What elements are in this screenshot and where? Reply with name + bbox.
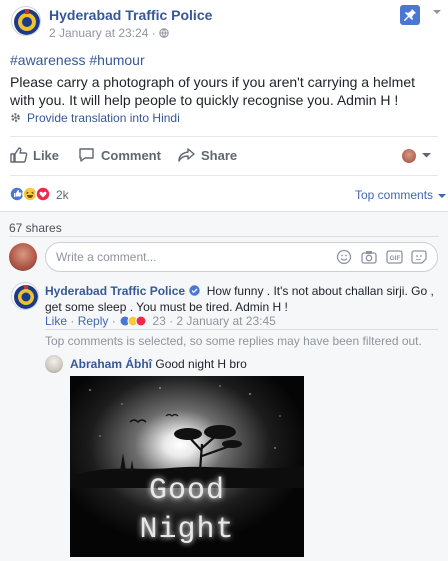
post-body-text: Please carry a photograph of yours if yo… (10, 74, 415, 108)
comment-like-link[interactable]: Like (45, 314, 67, 328)
divider (45, 329, 438, 330)
commenter-avatar[interactable] (11, 282, 39, 310)
comment-input-placeholder: Write a comment... (56, 250, 157, 264)
reply-author-link[interactable]: Abraham Ábhî (70, 357, 152, 371)
page-avatar[interactable] (11, 6, 41, 36)
post-hashtags[interactable]: #awareness #humour (10, 52, 145, 68)
haha-reaction-icon (22, 186, 38, 202)
love-reaction-icon (35, 186, 51, 202)
police-badge-icon (14, 9, 40, 35)
thumbs-up-icon (10, 147, 28, 163)
post-timestamp[interactable]: 2 January at 23:24 (49, 26, 148, 40)
page-name-link[interactable]: Hyderabad Traffic Police (49, 7, 212, 23)
sort-label: Top comments (355, 188, 434, 202)
comment-actions: Like · Reply · 23 · 2 January at 23:45 (45, 314, 276, 328)
gear-icon (11, 113, 20, 122)
like-reaction-icon (9, 186, 25, 202)
divider (0, 211, 448, 212)
comment-label: Comment (101, 148, 161, 163)
post-as-selector[interactable] (402, 148, 432, 163)
pin-button[interactable] (400, 5, 420, 25)
comment-sort-dropdown[interactable]: Top comments (355, 188, 447, 202)
comment-timestamp[interactable]: 2 January at 23:45 (176, 314, 275, 328)
translate-link[interactable]: Provide translation into Hindi (10, 111, 180, 125)
image-caption-night: Night (139, 513, 235, 547)
translate-label: Provide translation into Hindi (27, 111, 180, 125)
chevron-down-icon (422, 153, 432, 158)
reply-author-avatar[interactable] (45, 355, 63, 373)
post-options-caret-icon[interactable] (432, 8, 442, 19)
comment-body: Hyderabad Traffic Police How funny . It'… (45, 283, 440, 315)
comment-button[interactable]: Comment (78, 147, 161, 163)
divider (10, 136, 438, 137)
sticker-icon[interactable] (411, 250, 427, 264)
reply-text: Good night H bro (155, 357, 247, 371)
shares-count[interactable]: 67 shares (9, 221, 62, 235)
chevron-down-icon (438, 193, 447, 198)
current-user-avatar[interactable] (9, 243, 37, 271)
divider (9, 236, 439, 237)
reaction-count[interactable]: 2k (56, 188, 69, 202)
comment-reaction-count[interactable]: 23 (152, 314, 165, 328)
like-label: Like (33, 148, 60, 163)
divider (10, 175, 438, 176)
image-caption-good: Good (148, 474, 225, 508)
comment-reactions-icons[interactable] (119, 315, 149, 327)
pin-icon (404, 9, 416, 21)
camera-icon[interactable] (361, 251, 377, 264)
share-arrow-icon (178, 148, 195, 162)
actor-avatar (402, 148, 416, 163)
comment-reply-link[interactable]: Reply (78, 314, 109, 328)
post-meta: 2 January at 23:24 · (49, 26, 169, 40)
share-label: Share (201, 148, 238, 163)
good-night-image[interactable]: Good Night (70, 376, 304, 557)
emoji-icon[interactable] (336, 249, 352, 265)
meta-separator: · (148, 26, 160, 40)
reply-body: Abraham Ábhî Good night H bro (70, 357, 247, 371)
comment-bubble-icon (79, 148, 94, 162)
verified-badge-icon (189, 285, 201, 296)
gif-icon[interactable]: GIF (386, 250, 403, 264)
composer-tools: GIF (336, 249, 432, 268)
like-button[interactable]: Like (10, 147, 59, 163)
reactions-summary[interactable] (9, 186, 55, 205)
svg-text:GIF: GIF (390, 255, 401, 262)
comment-author-link[interactable]: Hyderabad Traffic Police (45, 284, 185, 298)
filtered-notice: Top comments is selected, so some replie… (45, 334, 422, 348)
share-button[interactable]: Share (178, 147, 237, 163)
globe-icon (159, 28, 169, 38)
